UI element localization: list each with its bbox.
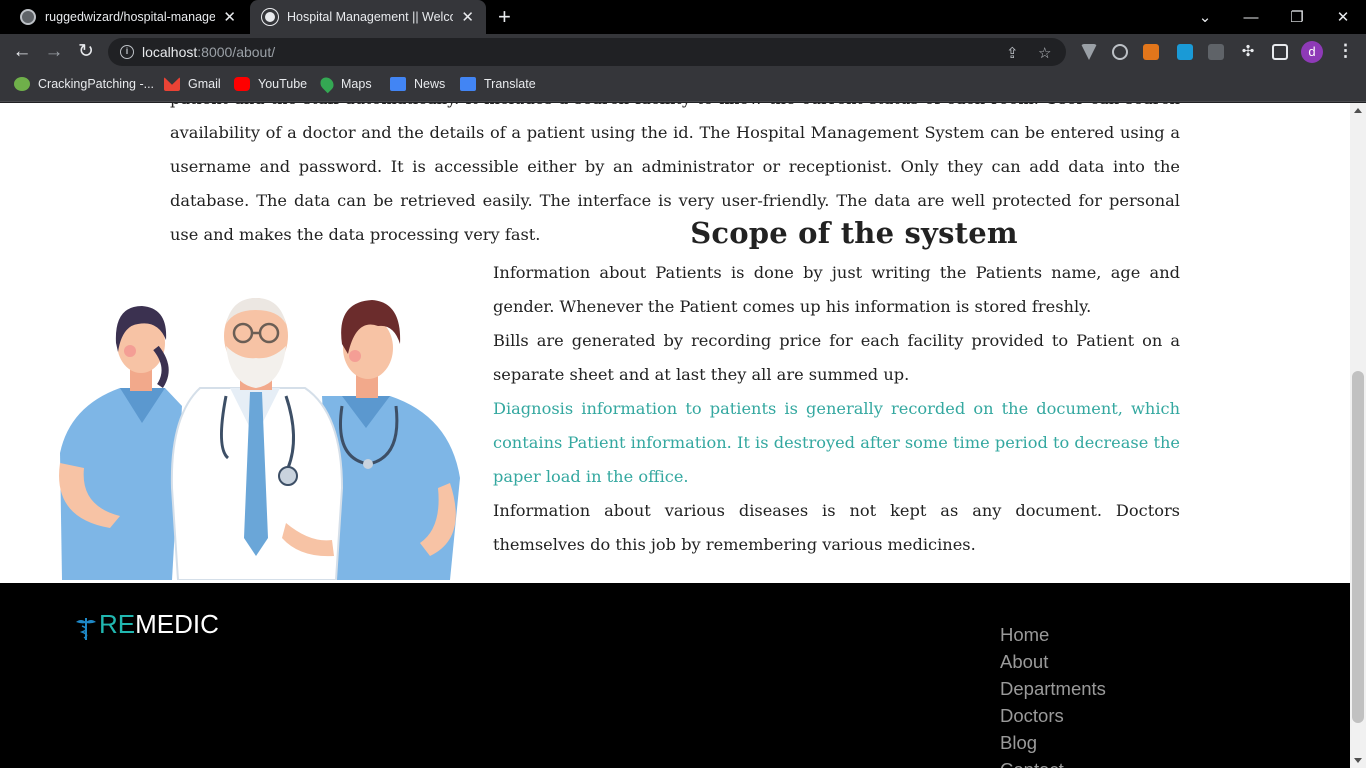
- address-bar[interactable]: i localhost:8000/about/ ⇪ ☆: [108, 38, 1066, 66]
- profile-avatar[interactable]: d: [1301, 41, 1323, 63]
- page-scrollbar[interactable]: [1350, 103, 1366, 768]
- extension-icon[interactable]: [1208, 44, 1224, 60]
- footer-link-departments[interactable]: Departments: [1000, 675, 1106, 702]
- more-menu-icon[interactable]: ⋮: [1337, 41, 1354, 61]
- bookmark-label: Translate: [484, 77, 536, 91]
- footer-link-home[interactable]: Home: [1000, 621, 1106, 648]
- react-devtools-icon[interactable]: [1112, 44, 1128, 60]
- bookmark-label: Gmail: [188, 77, 221, 91]
- page-viewport: patient and the staff automatically. It …: [0, 103, 1350, 768]
- scope-content: Information about Patients is done by ju…: [493, 256, 1180, 562]
- browser-toolbar: ← → ↻ i localhost:8000/about/ ⇪ ☆ ✣ d ⋮: [0, 34, 1366, 70]
- reload-icon[interactable]: ↻: [74, 40, 98, 64]
- bookmark-translate[interactable]: Translate: [460, 77, 536, 91]
- share-icon[interactable]: ⇪: [1006, 44, 1019, 62]
- footer-link-doctors[interactable]: Doctors: [1000, 702, 1106, 729]
- site-icon: [14, 77, 30, 91]
- bookmark-label: CrackingPatching -...: [38, 77, 155, 91]
- bookmark-crackingpatching[interactable]: CrackingPatching -...: [14, 77, 154, 91]
- restore-button[interactable]: ❐: [1274, 0, 1320, 34]
- github-icon: [20, 9, 36, 25]
- globe-icon: [262, 9, 278, 25]
- close-tab-icon[interactable]: ✕: [223, 8, 236, 26]
- footer-link-contact[interactable]: Contact: [1000, 756, 1106, 768]
- footer-nav: Home About Departments Doctors Blog Cont…: [1000, 621, 1106, 768]
- scroll-up-arrow-icon[interactable]: [1354, 108, 1362, 113]
- metamask-icon[interactable]: [1143, 44, 1159, 60]
- forward-icon[interactable]: →: [42, 40, 66, 64]
- tab-title: Hospital Management || Welcom: [287, 10, 454, 24]
- scope-paragraph: Information about various diseases is no…: [493, 501, 1180, 554]
- scope-heading: Scope of the system: [690, 216, 1018, 250]
- puzzle-icon[interactable]: ✣: [1240, 44, 1256, 60]
- map-pin-icon: [317, 74, 337, 94]
- logo-text: MEDIC: [135, 609, 219, 639]
- news-icon: [390, 77, 406, 91]
- scope-paragraph: Bills are generated by recording price f…: [493, 331, 1180, 384]
- close-tab-icon[interactable]: ✕: [461, 8, 474, 26]
- footer-logo[interactable]: RE MEDIC: [75, 609, 219, 640]
- bookmark-news[interactable]: News: [390, 77, 445, 91]
- youtube-icon: [234, 77, 250, 91]
- site-footer: RE MEDIC Home About Departments Doctors B…: [0, 583, 1350, 768]
- bookmark-maps[interactable]: Maps: [317, 74, 372, 94]
- back-icon[interactable]: ←: [10, 40, 34, 64]
- bookmark-star-icon[interactable]: ☆: [1038, 44, 1051, 62]
- tab-hospital-management[interactable]: Hospital Management || Welcom ✕: [250, 0, 486, 34]
- bookmark-label: News: [414, 77, 446, 91]
- vue-devtools-icon[interactable]: [1081, 44, 1097, 60]
- bookmarks-bar: CrackingPatching -... Gmail YouTube Maps…: [0, 70, 1366, 102]
- extension-icon[interactable]: [1177, 44, 1193, 60]
- bookmark-label: YouTube: [258, 77, 308, 91]
- scope-paragraph: Information about Patients is done by ju…: [493, 263, 1180, 316]
- bookmark-youtube[interactable]: YouTube: [234, 77, 307, 91]
- url-path: :8000/about/: [197, 44, 276, 60]
- url-host: localhost: [142, 44, 198, 60]
- side-panel-icon[interactable]: [1272, 44, 1288, 60]
- footer-link-about[interactable]: About: [1000, 648, 1106, 675]
- tab-title: ruggedwizard/hospital-managem: [45, 10, 216, 24]
- footer-link-blog[interactable]: Blog: [1000, 729, 1106, 756]
- tab-search-icon[interactable]: ⌄: [1182, 0, 1228, 34]
- tab-strip: ruggedwizard/hospital-managem ✕ Hospital…: [0, 0, 1366, 34]
- gmail-icon: [164, 77, 180, 91]
- translate-icon: [460, 77, 476, 91]
- new-tab-button[interactable]: +: [498, 4, 511, 30]
- tab-github[interactable]: ruggedwizard/hospital-managem ✕: [8, 0, 248, 34]
- scrollbar-thumb[interactable]: [1352, 371, 1364, 723]
- site-info-icon[interactable]: i: [120, 45, 134, 59]
- scope-paragraph-highlighted: Diagnosis information to patients is gen…: [493, 399, 1180, 486]
- scroll-down-arrow-icon[interactable]: [1354, 758, 1362, 763]
- bookmark-gmail[interactable]: Gmail: [164, 77, 221, 91]
- bookmark-label: Maps: [341, 77, 372, 91]
- close-window-button[interactable]: ✕: [1320, 0, 1366, 34]
- doctors-illustration: [59, 298, 460, 580]
- logo-accent-text: RE: [99, 609, 136, 639]
- caduceus-icon: [76, 618, 96, 640]
- minimize-button[interactable]: —: [1228, 0, 1274, 34]
